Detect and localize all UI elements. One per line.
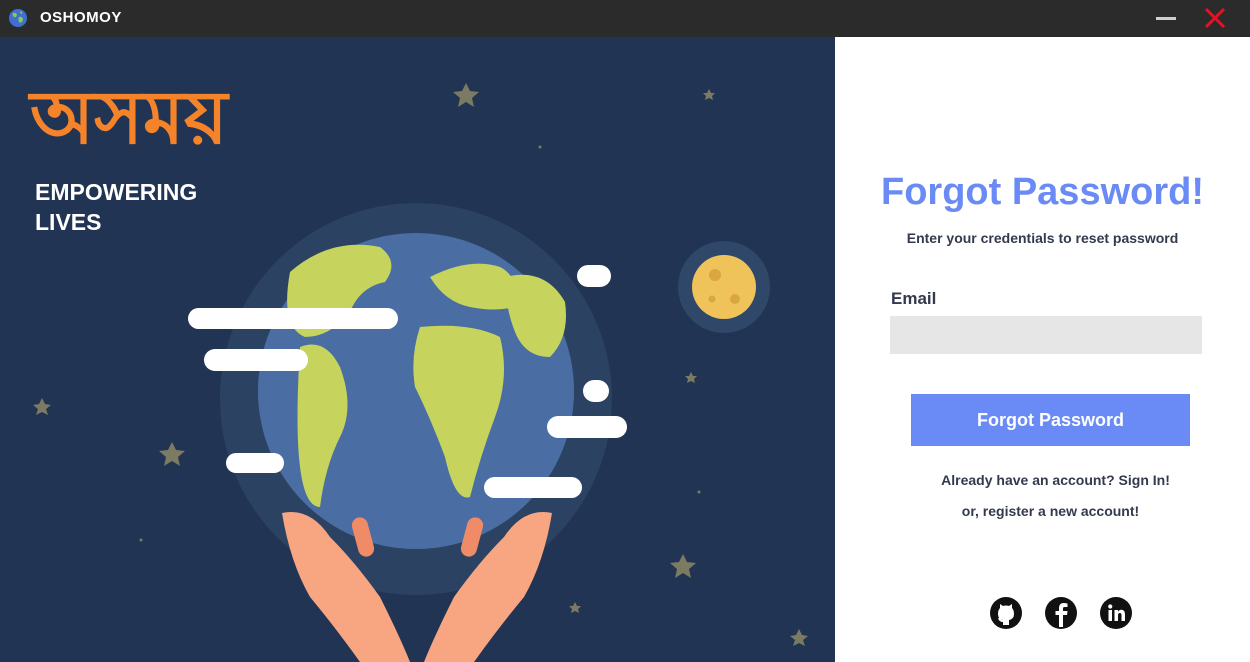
star-icon — [703, 89, 715, 100]
hero-panel: অসময় EMPOWERING LIVES — [0, 37, 835, 662]
minimize-button[interactable] — [1153, 6, 1179, 30]
title-bar: OSHOMOY — [0, 0, 1250, 37]
star-icon — [569, 602, 581, 613]
email-label: Email — [891, 289, 937, 308]
globe-icon — [9, 9, 27, 27]
star-icon — [685, 372, 697, 383]
star-icon — [33, 398, 51, 415]
facebook-icon[interactable] — [1044, 596, 1078, 630]
close-button[interactable] — [1202, 6, 1228, 30]
star-icon — [453, 83, 479, 107]
forgot-password-button[interactable]: Forgot Password — [911, 394, 1190, 446]
star-icon — [159, 442, 185, 466]
app-title: OSHOMOY — [40, 9, 122, 26]
form-title: Forgot Password! — [880, 171, 1205, 213]
form-subtitle: Enter your credentials to reset password — [906, 230, 1179, 246]
brand-logo-text: অসময় — [30, 75, 228, 161]
register-link[interactable]: or, register a new account! — [835, 503, 1250, 519]
brand-tagline: EMPOWERING LIVES — [35, 179, 198, 235]
github-icon[interactable] — [989, 596, 1023, 630]
star-icon — [670, 554, 696, 578]
linkedin-icon[interactable] — [1099, 596, 1133, 630]
close-icon — [1204, 7, 1226, 29]
email-field[interactable] — [890, 316, 1202, 354]
forgot-password-form: Forgot Password! Enter your credentials … — [835, 37, 1250, 662]
sign-in-link[interactable]: Already have an account? Sign In! — [835, 472, 1250, 488]
star-icon — [790, 629, 808, 646]
